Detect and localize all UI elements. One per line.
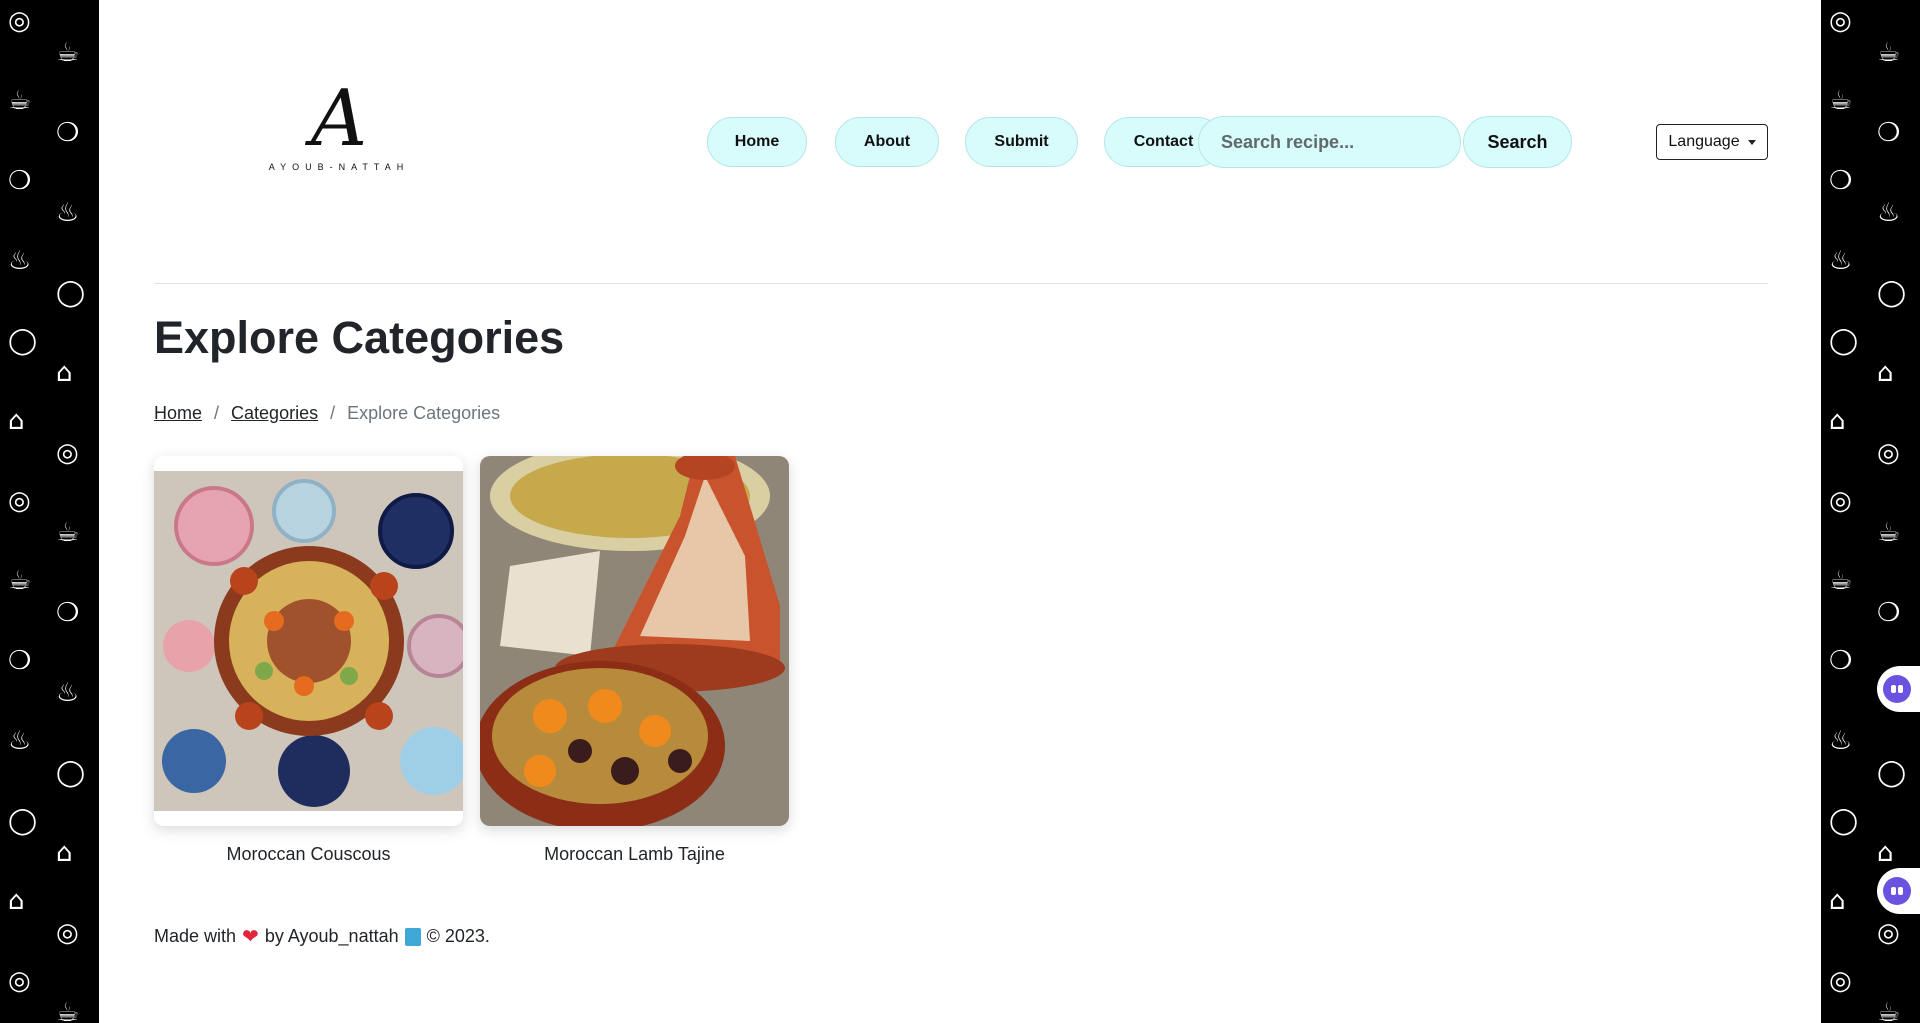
food-doodle-icon: ❍ <box>56 118 80 148</box>
food-doodle-icon: ❍ <box>1829 646 1853 676</box>
food-doodle-icon: ◯ <box>56 758 86 788</box>
food-doodle-icon: ⌂ <box>1877 358 1894 388</box>
site-header: A AYOUB-NATTAH Home About Submit Contact… <box>154 0 1768 284</box>
site-logo[interactable]: A AYOUB-NATTAH <box>244 80 434 210</box>
couscous-image <box>154 471 463 811</box>
food-doodle-icon: ❍ <box>1829 166 1853 196</box>
food-doodle-icon: ☕ <box>1829 566 1853 596</box>
food-doodle-icon: ☕ <box>1877 518 1901 548</box>
food-doodle-icon: ⌂ <box>1829 886 1846 916</box>
food-doodle-icon: ◎ <box>8 486 31 516</box>
recipe-name-couscous[interactable]: Moroccan Couscous <box>154 844 463 865</box>
logo-wordmark: AYOUB-NATTAH <box>268 162 410 172</box>
food-doodle-icon: ◎ <box>8 966 31 996</box>
food-doodle-icon: ♨ <box>8 726 32 756</box>
food-doodle-icon: ◎ <box>1877 438 1900 468</box>
food-doodle-icon: ◯ <box>1877 278 1907 308</box>
food-doodle-icon: ☕ <box>8 86 32 116</box>
food-doodle-icon: ⌂ <box>56 838 73 868</box>
food-doodle-icon: ◎ <box>56 918 79 948</box>
footer-author: by Ayoub_nattah <box>264 926 399 946</box>
breadcrumb-separator: / <box>214 403 220 423</box>
food-doodle-icon: ☕ <box>56 38 80 68</box>
food-doodle-icon: ♨ <box>1829 726 1853 756</box>
heart-icon: ❤ <box>242 926 259 948</box>
breadcrumb-separator: / <box>330 403 336 423</box>
recipe-name-tajine[interactable]: Moroccan Lamb Tajine <box>480 844 789 865</box>
food-doodle-icon: ❍ <box>8 646 32 676</box>
food-doodle-icon: ⌂ <box>1877 838 1894 868</box>
search-button[interactable]: Search <box>1463 116 1572 168</box>
food-doodle-icon: ◯ <box>8 806 38 836</box>
food-doodle-icon: ♨ <box>56 678 80 708</box>
food-doodle-icon: ♨ <box>1829 246 1853 276</box>
food-doodle-icon: ⌂ <box>8 886 25 916</box>
search-input[interactable] <box>1198 116 1461 168</box>
footer-copyright: © 2023. <box>426 926 490 946</box>
breadcrumb-current: Explore Categories <box>347 403 501 423</box>
food-doodle-icon: ☕ <box>1829 86 1853 116</box>
food-doodle-icon: ❍ <box>56 598 80 628</box>
language-label: Language <box>1668 133 1740 150</box>
footer-made-with: Made with <box>154 926 237 946</box>
nav-home-button[interactable]: Home <box>707 117 807 167</box>
breadcrumb: Home / Categories / Explore Categories <box>154 403 500 424</box>
food-doodle-icon: ◎ <box>1829 6 1852 36</box>
food-doodle-icon: ♨ <box>8 246 32 276</box>
language-dropdown[interactable]: Language <box>1656 124 1768 160</box>
food-doodle-icon: ♨ <box>56 198 80 228</box>
tajine-image <box>480 456 789 826</box>
food-doodle-icon: ◯ <box>1877 758 1907 788</box>
food-doodle-icon: ☕ <box>8 566 32 596</box>
site-footer: Made with ❤ by Ayoub_nattah © 2023. <box>154 924 490 949</box>
food-doodle-icon: ❍ <box>8 166 32 196</box>
nav-submit-button[interactable]: Submit <box>965 117 1078 167</box>
food-doodle-icon: ◯ <box>1829 806 1859 836</box>
nav-about-button[interactable]: About <box>835 117 939 167</box>
breadcrumb-categories-link[interactable]: Categories <box>231 403 318 424</box>
food-doodle-icon: ◎ <box>56 438 79 468</box>
food-doodle-icon: ◯ <box>8 326 38 356</box>
food-doodle-icon: ❍ <box>1877 598 1901 628</box>
food-doodle-icon: ◎ <box>1877 918 1900 948</box>
recipe-card-couscous[interactable] <box>154 456 463 826</box>
breadcrumb-home-link[interactable]: Home <box>154 403 202 424</box>
food-doodle-icon: ☕ <box>1877 998 1901 1023</box>
chatbot-widget-icon[interactable] <box>1877 868 1920 914</box>
food-doodle-icon: ◎ <box>1829 966 1852 996</box>
chatbot-widget-icon[interactable] <box>1877 666 1920 712</box>
recipe-card-tajine[interactable] <box>480 456 789 826</box>
food-doodle-icon: ☕ <box>56 518 80 548</box>
food-doodle-icon: ❍ <box>1877 118 1901 148</box>
food-doodle-icon: ◯ <box>1829 326 1859 356</box>
caret-down-icon <box>1747 139 1756 145</box>
food-doodle-icon: ◯ <box>56 278 86 308</box>
food-doodle-icon: ☕ <box>56 998 80 1023</box>
left-pattern-background: ◎ ☕ ☕ ❍ ❍ ♨ ♨ ◯ ◯ ⌂ ⌂ ◎ ◎ ☕ ☕ ❍ ❍ ♨ ♨ ◯ ◯ ⌂ ⌂ ◎ ◎ ☕ <box>0 0 99 1023</box>
food-doodle-icon: ☕ <box>1877 38 1901 68</box>
logo-mark: A <box>310 74 368 164</box>
page-container: A AYOUB-NATTAH Home About Submit Contact… <box>99 0 1821 1023</box>
food-doodle-icon: ⌂ <box>8 406 25 436</box>
food-doodle-icon: ♨ <box>1877 198 1901 228</box>
food-doodle-icon: ◎ <box>8 6 31 36</box>
food-doodle-icon: ⌂ <box>56 358 73 388</box>
food-doodle-icon: ◎ <box>1829 486 1852 516</box>
page-title: Explore Categories <box>154 312 565 363</box>
food-doodle-icon: ⌂ <box>1829 406 1846 436</box>
book-icon <box>404 927 421 946</box>
